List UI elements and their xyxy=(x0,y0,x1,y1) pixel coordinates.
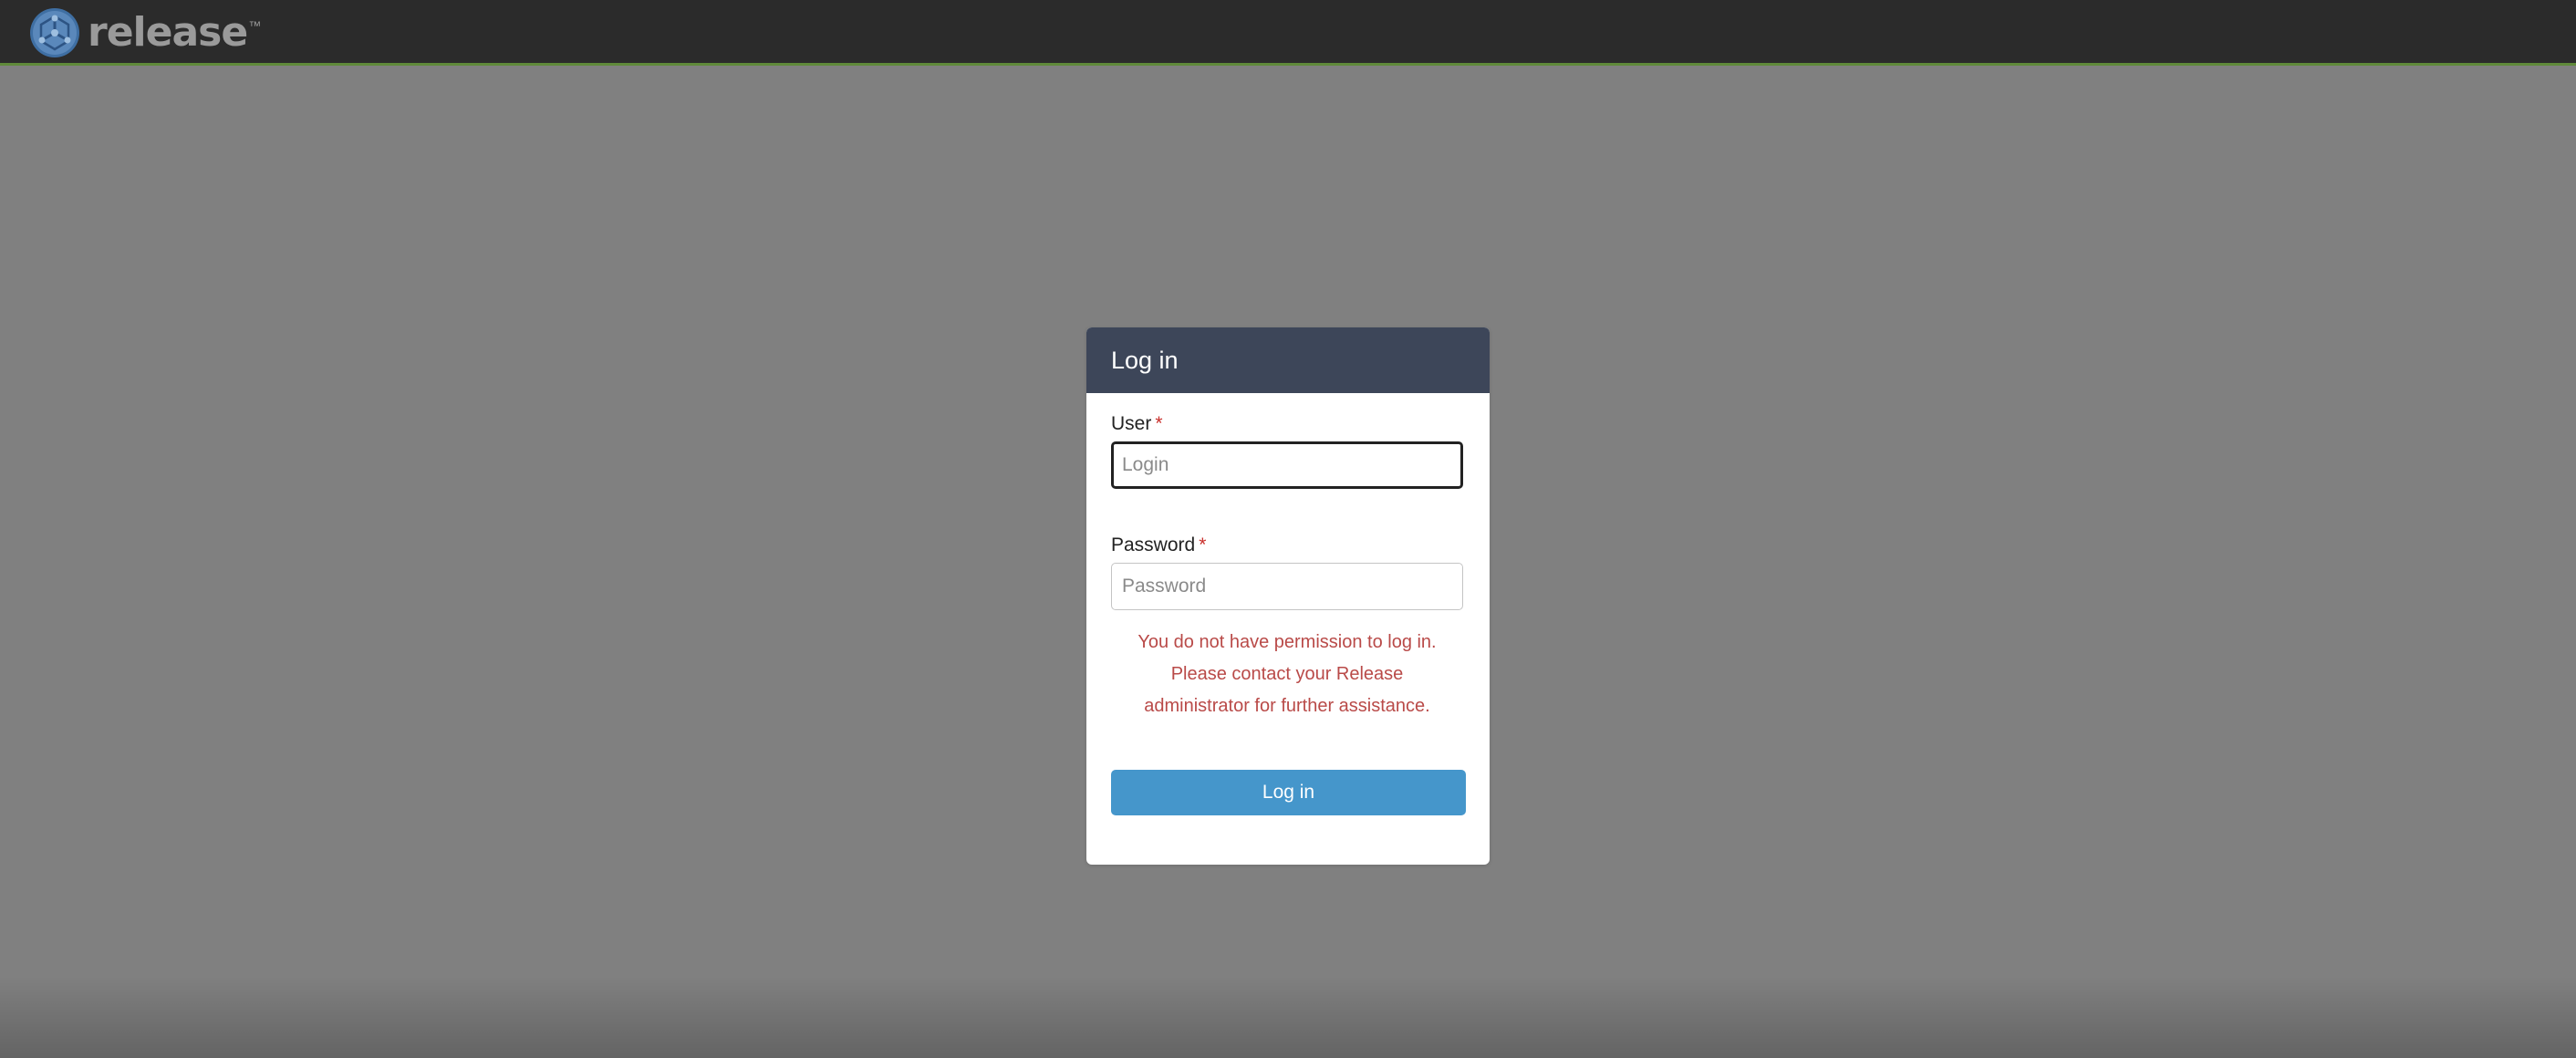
login-dialog-title: Log in xyxy=(1086,327,1490,393)
password-label-text: Password xyxy=(1111,534,1196,555)
error-line: Please contact your Release xyxy=(1170,664,1404,684)
brand-logo[interactable]: release ™ xyxy=(29,7,261,58)
release-cube-logo-icon xyxy=(30,8,79,57)
password-required-marker: * xyxy=(1199,534,1207,555)
user-label: User * xyxy=(1111,413,1163,435)
brand-name: release xyxy=(88,9,248,56)
login-dialog: Log in User* Password* You do not have p… xyxy=(1086,327,1490,865)
user-login-input[interactable] xyxy=(1111,441,1463,489)
user-required-marker: * xyxy=(1155,413,1163,434)
login-error-message: You do not have permission to log in. Pl… xyxy=(1111,627,1463,722)
password-input[interactable] xyxy=(1111,563,1463,610)
password-label: Password * xyxy=(1111,534,1206,556)
login-submit-button[interactable]: Log in xyxy=(1111,770,1466,815)
top-navigation-bar: release ™ xyxy=(0,0,2576,66)
brand-trademark: ™ xyxy=(248,18,262,33)
error-line: You do not have permission to log in. xyxy=(1137,632,1437,652)
error-line: administrator for further assistance. xyxy=(1144,696,1430,716)
bottom-gradient-shade xyxy=(0,976,2576,1058)
user-label-text: User xyxy=(1111,413,1152,434)
